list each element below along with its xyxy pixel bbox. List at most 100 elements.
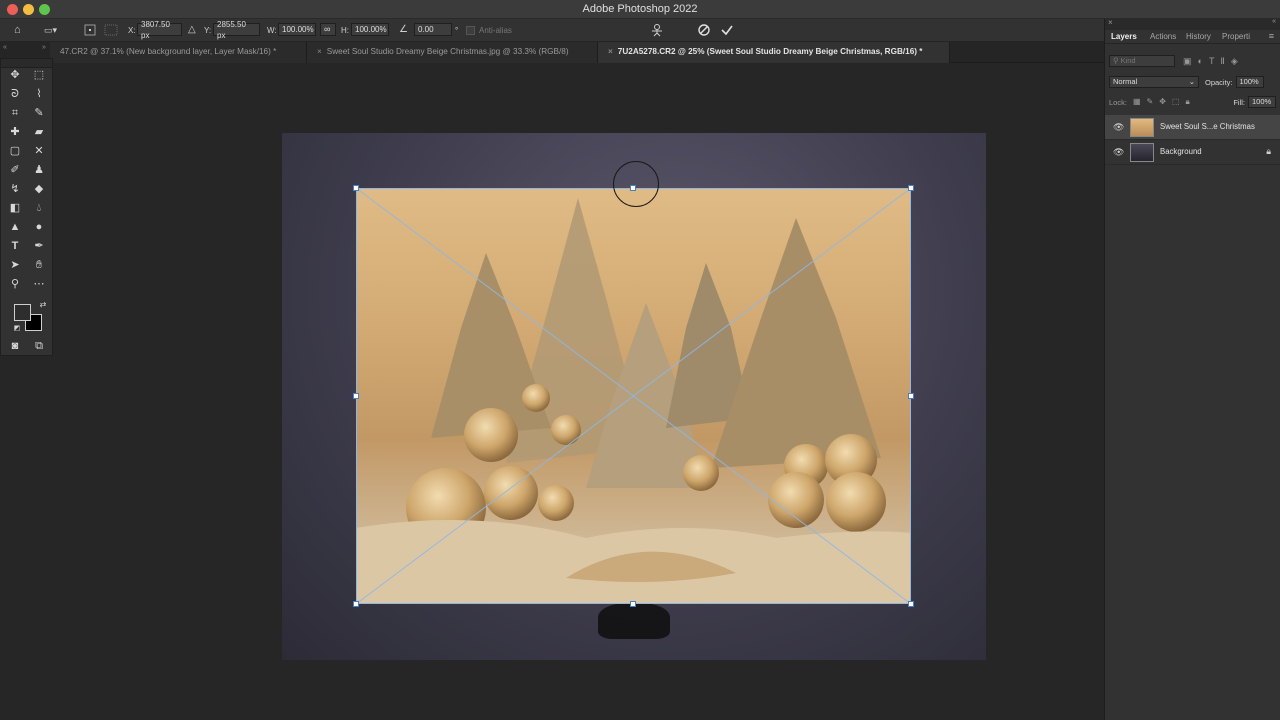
history-brush-tool-icon[interactable]: ↯: [7, 181, 23, 197]
blur-tool-icon[interactable]: 💧︎: [31, 200, 47, 216]
options-bar: ⌂ ▭▾ X: 3807.50 px △ Y: 2855.50 px W: 10…: [0, 19, 1104, 42]
tab-properties[interactable]: Properti: [1222, 32, 1250, 41]
x-position-field[interactable]: 3807.50 px: [137, 20, 182, 40]
quick-selection-tool-icon[interactable]: ⌇: [31, 86, 47, 102]
layer-filter-row: ⚲ Kind ▣◐TⅡ◈: [1109, 54, 1276, 68]
move-tool-icon[interactable]: ✥: [7, 67, 23, 83]
eye-icon[interactable]: 👁︎: [1113, 122, 1124, 133]
quick-mask-icon[interactable]: ◙: [7, 338, 23, 354]
tab-layers[interactable]: Layers: [1111, 32, 1137, 41]
transform-handle-bottom-right[interactable]: [908, 601, 914, 607]
home-icon[interactable]: ⌂: [14, 23, 21, 37]
eraser-tool-icon[interactable]: ◆: [31, 181, 47, 197]
link-icon[interactable]: ∞: [320, 23, 336, 36]
lasso-tool-icon[interactable]: ᘐ: [7, 86, 23, 102]
close-panel-icon[interactable]: ×: [1108, 18, 1113, 27]
chevron-down-icon: ⌄: [1188, 77, 1195, 86]
eyedropper-tool-icon[interactable]: ✎: [31, 105, 47, 121]
type-tool-icon[interactable]: T: [7, 238, 23, 254]
document-tab-bar: « » 47.CR2 @ 37.1% (New background layer…: [0, 42, 1104, 63]
tabs-collapse-icon[interactable]: «: [3, 44, 7, 51]
tabs-expand-icon[interactable]: »: [42, 44, 46, 51]
toggle-reference-point-icon[interactable]: [104, 23, 118, 37]
lock-row: Lock: ▦✎✥⬚🔒︎ Fill: 100%: [1109, 95, 1276, 109]
transform-handle-top-right[interactable]: [908, 185, 914, 191]
layer-thumbnail: [1130, 118, 1154, 137]
layer-thumbnail: [1130, 143, 1154, 162]
layer-name: Background: [1160, 147, 1202, 156]
panel-menu-icon[interactable]: ≡: [1269, 31, 1274, 41]
kind-placeholder: Kind: [1120, 56, 1136, 65]
path-selection-tool-icon[interactable]: ➤: [7, 257, 23, 273]
transform-handle-middle-right[interactable]: [908, 393, 914, 399]
reference-point-icon[interactable]: [84, 23, 96, 37]
tab-document-2[interactable]: × Sweet Soul Studio Dreamy Beige Christma…: [307, 42, 598, 63]
layers-panel: × « Layers Actions History Properti ≡ ⚲ …: [1104, 18, 1280, 720]
gradient-tool-icon[interactable]: ◧: [7, 200, 23, 216]
blend-mode-dropdown[interactable]: Normal ⌄: [1109, 76, 1199, 88]
swap-colors-icon[interactable]: ⇄: [35, 297, 51, 313]
delta-icon[interactable]: △: [188, 23, 196, 37]
tab-actions[interactable]: Actions: [1150, 32, 1176, 41]
tab-history[interactable]: History: [1186, 32, 1211, 41]
tools-panel: ✥ ⬚ ᘐ ⌇ ⌗ ✎ ✚ ▰ ▢ ✕ ✐ ♟ ↯ ◆ ◧ 💧︎ ▲ ● T ✒…: [0, 58, 53, 356]
default-colors-icon[interactable]: ◩: [9, 321, 25, 337]
dodge-tool-icon[interactable]: ●: [31, 219, 47, 235]
foreground-color-swatch[interactable]: [14, 304, 31, 321]
panel-tabs: Layers Actions History Properti ≡: [1105, 30, 1280, 44]
brush-tool-icon[interactable]: ✐: [7, 162, 23, 178]
lock-label: Lock:: [1109, 97, 1127, 107]
y-position-field[interactable]: 2855.50 px: [213, 20, 260, 40]
close-tab-icon[interactable]: ×: [317, 47, 322, 56]
eye-icon[interactable]: 👁︎: [1113, 147, 1124, 158]
layer-row-sweet-soul[interactable]: 👁︎ Sweet Soul S...e Christmas: [1105, 115, 1280, 140]
crop-tool-icon[interactable]: ⌗: [7, 105, 23, 121]
object-selection-tool-icon[interactable]: ✕: [31, 143, 47, 159]
transform-handle-bottom-center[interactable]: [630, 601, 636, 607]
healing-brush-tool-icon[interactable]: ✚: [7, 124, 23, 140]
fill-field[interactable]: 100%: [1248, 96, 1276, 108]
tab-label: 7U2A5278.CR2 @ 25% (Sweet Soul Studio Dr…: [617, 47, 923, 56]
fill-label: Fill:: [1233, 97, 1245, 107]
hand-tool-icon[interactable]: ✋︎: [31, 257, 47, 273]
transform-handle-middle-left[interactable]: [353, 393, 359, 399]
panel-header[interactable]: × «: [1105, 18, 1280, 30]
pen-tool-icon[interactable]: ✒: [31, 238, 47, 254]
puppet-warp-icon[interactable]: [649, 23, 665, 37]
angle-icon: ∠: [399, 24, 408, 35]
collapse-panel-icon[interactable]: «: [1272, 18, 1276, 25]
frame-tool-icon[interactable]: ▢: [7, 143, 23, 159]
height-field[interactable]: 100.00%: [351, 23, 389, 36]
antialias-checkbox[interactable]: [466, 23, 475, 37]
layer-row-background[interactable]: 👁︎ Background 🔒︎: [1105, 140, 1280, 165]
clone-stamp-tool-icon[interactable]: ♟: [31, 162, 47, 178]
angle-field[interactable]: 0.00: [414, 23, 452, 36]
tab-document-1[interactable]: 47.CR2 @ 37.1% (New background layer, La…: [50, 42, 307, 63]
cancel-icon[interactable]: [697, 23, 711, 37]
transform-handle-bottom-left[interactable]: [353, 601, 359, 607]
opacity-label: Opacity:: [1205, 77, 1233, 87]
commit-icon[interactable]: [720, 23, 734, 37]
kind-filter-dropdown[interactable]: ⚲ Kind: [1109, 55, 1175, 67]
lock-icons[interactable]: ▦✎✥⬚🔒︎: [1133, 97, 1196, 107]
sharpen-tool-icon[interactable]: ▲: [7, 219, 23, 235]
tool-preset-icon[interactable]: ▭▾: [44, 23, 57, 37]
tab-document-3[interactable]: × 7U2A5278.CR2 @ 25% (Sweet Soul Studio D…: [598, 42, 950, 63]
height-label: H:: [341, 25, 349, 35]
more-tools-icon[interactable]: ⋯: [31, 276, 47, 292]
degree-symbol: °: [455, 25, 459, 35]
marquee-tool-icon[interactable]: ⬚: [31, 67, 47, 83]
opacity-field[interactable]: 100%: [1235, 76, 1264, 88]
close-tab-icon[interactable]: ×: [608, 47, 613, 56]
canvas-area[interactable]: [53, 63, 1104, 720]
screen-mode-icon[interactable]: ⧉: [31, 338, 47, 354]
cursor-circle-icon: [613, 161, 659, 207]
free-transform-bounding-box[interactable]: [356, 188, 911, 604]
transform-handle-top-left[interactable]: [353, 185, 359, 191]
blend-mode-value: Normal: [1113, 77, 1138, 86]
filter-icons[interactable]: ▣◐TⅡ◈: [1183, 56, 1244, 67]
zoom-tool-icon[interactable]: ⚲: [7, 276, 23, 292]
patch-tool-icon[interactable]: ▰: [31, 124, 47, 140]
lock-icon: 🔒︎: [1266, 146, 1271, 156]
width-field[interactable]: 100.00%: [278, 23, 316, 36]
